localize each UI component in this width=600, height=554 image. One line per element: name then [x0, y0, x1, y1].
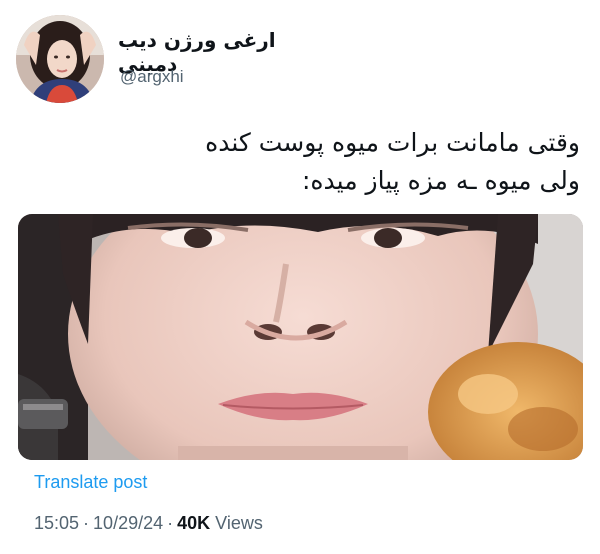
user-handle[interactable]: @argxhi	[120, 67, 184, 87]
tweet-media-image[interactable]	[18, 214, 583, 460]
meta-separator: ·	[167, 513, 174, 533]
display-name[interactable]: ارغی ورژن دیب دمینی	[118, 28, 338, 76]
post-date[interactable]: 10/29/24	[93, 513, 163, 533]
translate-post-link[interactable]: Translate post	[34, 472, 147, 493]
avatar[interactable]	[16, 15, 104, 103]
profile-photo-icon	[16, 15, 104, 103]
tweet-text-line: وقتی مامانت برات میوه پوست کنده	[205, 128, 580, 157]
tweet-text-line: ولی میوه ـه مزه پیاز میده:	[302, 166, 580, 195]
tweet-meta: 15:05 · 10/29/24 · 40K Views	[34, 513, 263, 534]
tweet-text: وقتی مامانت برات میوه پوست کنده ولی میوه…	[20, 124, 580, 200]
meta-separator: ·	[83, 513, 90, 533]
photo-close-up-face-with-food-icon	[18, 214, 583, 460]
tweet-card: ارغی ورژن دیب دمینی @argxhi وقتی مامانت …	[0, 0, 600, 554]
views-count: 40K	[177, 513, 211, 533]
post-time[interactable]: 15:05	[34, 513, 79, 533]
views-label: Views	[215, 513, 263, 533]
